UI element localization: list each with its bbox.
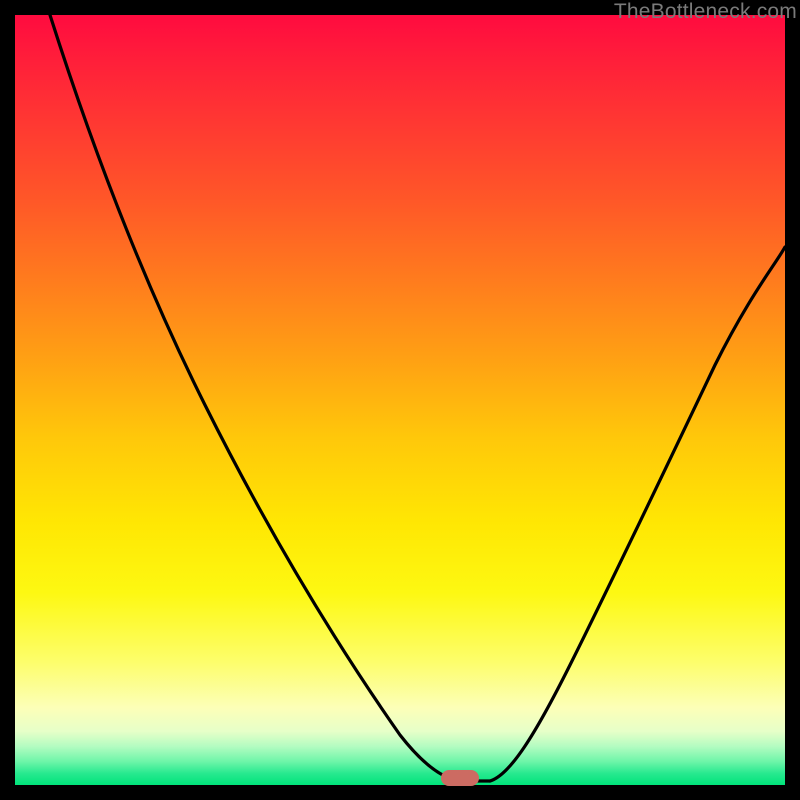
chart-frame: TheBottleneck.com [15, 15, 785, 785]
bottleneck-curve [15, 15, 785, 785]
watermark-text: TheBottleneck.com [614, 0, 797, 24]
optimal-marker [441, 770, 479, 786]
